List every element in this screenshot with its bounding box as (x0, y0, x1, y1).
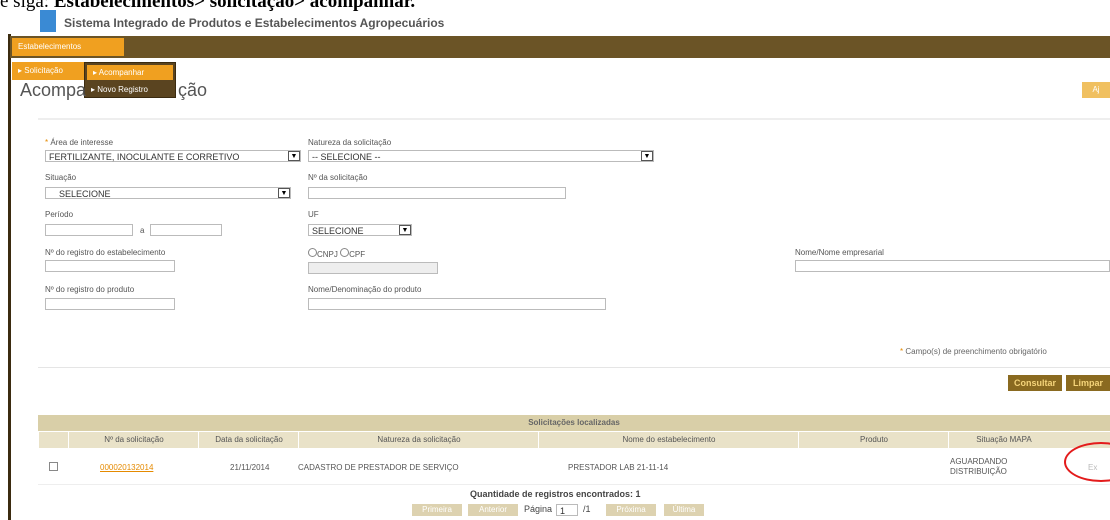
row-numero-link[interactable]: 000020132014 (100, 463, 153, 472)
row-natureza: CADASTRO DE PRESTADOR DE SERVIÇO (298, 463, 459, 472)
row-checkbox[interactable] (49, 462, 58, 471)
page-title-tail: ção (178, 80, 208, 100)
natureza-select[interactable]: -- SELECIONE -- ▼ (308, 150, 654, 162)
help-button[interactable]: Aj (1082, 82, 1110, 98)
situacao-select[interactable]: SELECIONE ▼ (45, 187, 291, 199)
limpar-button[interactable]: Limpar (1066, 375, 1110, 391)
num-solicitacao-label: Nº da solicitação (308, 173, 368, 182)
page-title: Acompa (20, 80, 87, 100)
col-header-produto[interactable]: Produto (798, 432, 949, 448)
periodo-separator: a (140, 226, 145, 235)
col-header-situacao[interactable]: Situação MAPA (948, 432, 1059, 448)
col-header-estabelecimento[interactable]: Nome do estabelecimento (538, 432, 799, 448)
menu-solicitacao[interactable]: ▸ Solicitação (12, 62, 94, 80)
cpf-radio[interactable] (340, 248, 350, 257)
cnpj-radio[interactable] (308, 248, 317, 257)
cpf-label: CPF (349, 250, 366, 259)
submenu-acompanhar[interactable]: ▸ Acompanhar (87, 65, 173, 80)
documento-tipo-group: CNPJ CPF (308, 248, 365, 259)
instruction-caption: e siga: Estabelecimentos> solicitação> a… (0, 0, 416, 12)
pager-next-button[interactable]: Próxima (606, 504, 656, 516)
row-situacao: AGUARDANDO DISTRIBUIÇÃO (950, 457, 1008, 476)
chevron-down-icon: ▼ (641, 151, 653, 161)
solicitacao-submenu: ▸ Acompanhar ▸ Novo Registro (84, 62, 176, 98)
nome-produto-label: Nome/Denominação do produto (308, 285, 422, 294)
area-interesse-label: * Área de interesse (45, 138, 114, 147)
results-title: Solicitações localizadas (38, 415, 1110, 431)
main-menu-bar (10, 36, 1110, 58)
nome-empresarial-label: Nome/Nome empresarial (795, 248, 884, 257)
pager-total: /1 (583, 504, 591, 514)
natureza-label: Natureza da solicitação (308, 138, 392, 147)
table-row: 000020132014 21/11/2014 CADASTRO DE PRES… (38, 450, 1110, 485)
chevron-down-icon: ▼ (278, 188, 290, 198)
periodo-fim-input[interactable] (150, 224, 222, 236)
row-estabelecimento: PRESTADOR LAB 21-11-14 (568, 463, 669, 472)
nome-produto-input[interactable] (308, 298, 606, 310)
pager-last-button[interactable]: Última (664, 504, 704, 516)
app-logo-icon (40, 10, 56, 32)
pager-first-button[interactable]: Primeira (412, 504, 462, 516)
col-header-numero[interactable]: Nº da solicitação (68, 432, 199, 448)
cnpj-label: CNPJ (317, 250, 338, 259)
registro-estab-label: Nº do registro do estabelecimento (45, 248, 166, 257)
row-data: 21/11/2014 (230, 463, 270, 472)
app-title: Sistema Integrado de Produtos e Estabele… (64, 16, 445, 30)
consultar-button[interactable]: Consultar (1008, 375, 1062, 391)
form-divider (38, 367, 1110, 368)
registro-estab-input[interactable] (45, 260, 175, 272)
nome-empresarial-input[interactable] (795, 260, 1110, 272)
situacao-label: Situação (45, 173, 77, 182)
chevron-down-icon: ▼ (399, 225, 411, 235)
uf-label: UF (308, 210, 319, 219)
uf-select[interactable]: SELECIONE ▼ (308, 224, 412, 236)
col-header-data[interactable]: Data da solicitação (198, 432, 299, 448)
periodo-label: Período (45, 210, 74, 219)
num-solicitacao-input[interactable] (308, 187, 566, 199)
pager-page-label: Página (524, 504, 553, 514)
record-count: Quantidade de registros encontrados: 1 (470, 489, 641, 499)
menu-solicitacao-label: Solicitação (24, 66, 63, 75)
left-border (8, 34, 11, 520)
col-header-natureza[interactable]: Natureza da solicitação (298, 432, 539, 448)
area-interesse-select[interactable]: FERTILIZANTE, INOCULANTE E CORRETIVO ▼ (45, 150, 301, 162)
menu-estabelecimentos[interactable]: Estabelecimentos (12, 38, 124, 56)
submenu-novo-registro-label: Novo Registro (97, 85, 148, 94)
select-column-header (38, 432, 69, 448)
divider (38, 118, 1110, 120)
required-fields-note: * Campo(s) de preenchimento obrigatório (900, 347, 1047, 356)
pager-page-input[interactable]: 1 (556, 504, 578, 516)
registro-produto-input[interactable] (45, 298, 175, 310)
registro-produto-label: Nº do registro do produto (45, 285, 135, 294)
submenu-novo-registro[interactable]: ▸ Novo Registro (85, 82, 175, 97)
results-table-header: Nº da solicitação Data da solicitação Na… (38, 432, 1110, 448)
chevron-down-icon: ▼ (288, 151, 300, 161)
periodo-inicio-input[interactable] (45, 224, 133, 236)
submenu-acompanhar-label: Acompanhar (98, 68, 145, 77)
pager-prev-button[interactable]: Anterior (468, 504, 518, 516)
documento-input[interactable] (308, 262, 438, 274)
